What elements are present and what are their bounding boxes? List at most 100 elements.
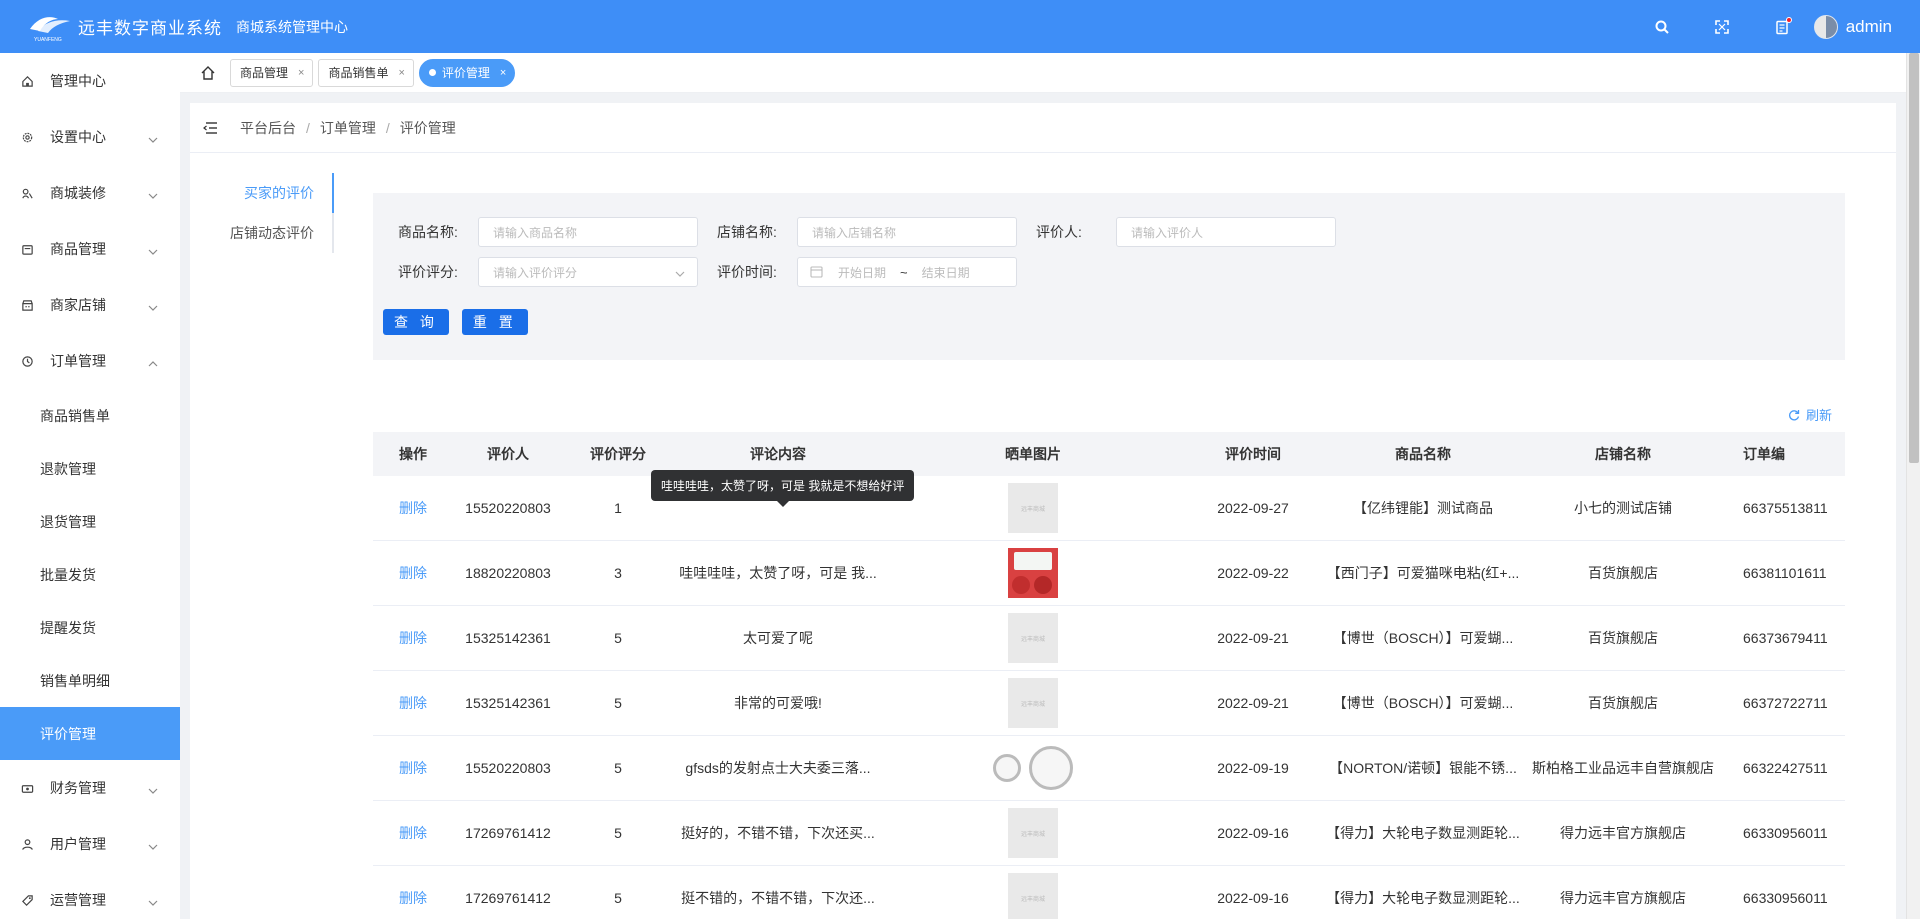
tab-sales-orders[interactable]: 商品销售单 × xyxy=(318,58,414,87)
delete-link[interactable]: 删除 xyxy=(399,760,427,776)
delete-link[interactable]: 删除 xyxy=(399,825,427,841)
table-row: 删除 18820220803 3 哇哇哇哇，太赞了呀，可是 我... 2022-… xyxy=(373,541,1845,606)
sidebar-item-users[interactable]: 用户管理 xyxy=(0,816,180,872)
content-cell[interactable]: 非常的可爱哦! xyxy=(673,693,883,713)
refresh-button[interactable]: 刷新 xyxy=(1788,405,1832,424)
reviewer-cell: 18820220803 xyxy=(465,565,551,581)
chevron-down-icon xyxy=(675,268,685,278)
breadcrumb-item: 评价管理 xyxy=(399,119,456,136)
sidebar-subitem-sales-orders[interactable]: 商品销售单 xyxy=(0,389,180,442)
sidebar-subitem-refunds[interactable]: 退款管理 xyxy=(0,442,180,495)
gear-icon xyxy=(20,130,34,144)
query-button[interactable]: 查 询 xyxy=(383,309,449,335)
chevron-down-icon xyxy=(148,783,158,794)
close-icon[interactable]: × xyxy=(298,67,304,79)
review-image[interactable]: 远丰商城 xyxy=(1008,613,1058,663)
store-icon xyxy=(20,298,34,312)
score-cell: 5 xyxy=(614,890,622,906)
tab-goods-management[interactable]: 商品管理 × xyxy=(230,58,314,87)
delete-link[interactable]: 删除 xyxy=(399,890,427,906)
tab-store-reviews[interactable]: 店铺动态评价 xyxy=(190,213,334,253)
order-cell: 66330956011 xyxy=(1743,890,1828,906)
sidebar-item-operations[interactable]: 运营管理 xyxy=(0,872,180,919)
reviewer-label: 评价人: xyxy=(1036,224,1082,240)
delete-link[interactable]: 删除 xyxy=(399,695,427,711)
score-cell: 1 xyxy=(614,500,622,516)
user-name[interactable]: admin xyxy=(1846,17,1892,37)
chevron-down-icon xyxy=(148,244,158,255)
review-image[interactable]: 远丰商城 xyxy=(1008,678,1058,728)
start-date-input[interactable]: 开始日期 xyxy=(838,264,886,281)
sidebar-item-stores[interactable]: 商家店铺 xyxy=(0,277,180,333)
review-image[interactable]: 远丰商城 xyxy=(1008,873,1058,919)
sidebar-item-settings[interactable]: 设置中心 xyxy=(0,109,180,165)
scrollbar-thumb[interactable] xyxy=(1909,53,1919,463)
delete-link[interactable]: 删除 xyxy=(399,565,427,581)
breadcrumb-item[interactable]: 平台后台 xyxy=(240,118,296,138)
home-tab-icon[interactable] xyxy=(190,60,226,86)
fullscreen-icon[interactable] xyxy=(1712,17,1732,37)
sidebar-subitem-reviews[interactable]: 评价管理 xyxy=(0,707,180,760)
content-cell[interactable]: 挺好的，不错不错，下次还买... xyxy=(673,823,883,843)
delete-link[interactable]: 删除 xyxy=(399,500,427,516)
reviewer-input[interactable]: 请输入评价人 xyxy=(1116,217,1336,247)
content-cell[interactable]: 哇哇哇哇，太赞了呀，可是 我... xyxy=(673,563,883,583)
reset-button[interactable]: 重 置 xyxy=(461,309,528,335)
review-image[interactable] xyxy=(993,746,1073,790)
sidebar-subitem-ship-reminder[interactable]: 提醒发货 xyxy=(0,601,180,654)
notification-icon[interactable] xyxy=(1772,16,1792,37)
logo[interactable]: YUANFENG 远丰数字商业系统 xyxy=(0,11,232,43)
shop-cell: 百货旗舰店 xyxy=(1588,565,1658,581)
search-icon[interactable] xyxy=(1652,17,1672,37)
sidebar-item-goods[interactable]: 商品管理 xyxy=(0,221,180,277)
gauge-image[interactable] xyxy=(1029,746,1073,790)
main-content: 平台后台 / 订单管理 / 评价管理 买家的评价 店铺动态评价 商品名称: 请输… xyxy=(190,103,1896,919)
end-date-input[interactable]: 结束日期 xyxy=(922,264,970,281)
close-icon[interactable]: × xyxy=(398,67,404,79)
sidebar-item-decoration[interactable]: 商城装修 xyxy=(0,165,180,221)
sidebar-item-finance[interactable]: 财务管理 xyxy=(0,760,180,816)
vertical-scrollbar[interactable] xyxy=(1906,53,1920,919)
finance-icon xyxy=(20,781,34,795)
sidebar-item-orders[interactable]: 订单管理 xyxy=(0,333,180,389)
content-cell[interactable]: 挺不错的，不错不错，下次还... xyxy=(673,888,883,908)
filter-shop-name: 店铺名称: 请输入店铺名称 xyxy=(717,217,1017,247)
order-cell: 66372722711 xyxy=(1743,695,1828,711)
reviewer-cell: 17269761412 xyxy=(465,890,551,906)
time-label: 评价时间: xyxy=(717,264,777,280)
time-cell: 2022-09-16 xyxy=(1217,890,1289,906)
score-label: 评价评分: xyxy=(398,264,458,280)
content-cell[interactable]: 太可爱了呢 xyxy=(673,628,883,648)
close-icon[interactable]: × xyxy=(500,67,506,79)
tab-review-management[interactable]: 评价管理 × xyxy=(418,58,516,87)
breadcrumb-item[interactable]: 订单管理 xyxy=(320,118,376,138)
avatar[interactable] xyxy=(1813,14,1838,39)
column-header: 店铺名称 xyxy=(1595,446,1651,462)
chevron-down-icon xyxy=(148,895,158,906)
sidebar-subitem-batch-ship[interactable]: 批量发货 xyxy=(0,548,180,601)
reviewer-cell: 17269761412 xyxy=(465,825,551,841)
range-separator: ~ xyxy=(900,264,908,280)
tab-buyer-reviews[interactable]: 买家的评价 xyxy=(190,173,334,213)
sidebar-item-dashboard[interactable]: 管理中心 xyxy=(0,53,180,109)
system-title: 商城系统管理中心 xyxy=(236,18,348,35)
score-select[interactable]: 请输入评价评分 xyxy=(478,257,698,287)
sidebar-subitem-returns[interactable]: 退货管理 xyxy=(0,495,180,548)
content-cell[interactable]: gfsds的发射点士大夫委三落... xyxy=(673,758,883,778)
collapse-menu-icon[interactable] xyxy=(202,119,220,137)
delete-link[interactable]: 删除 xyxy=(399,630,427,646)
table-row: 删除 15325142361 5 非常的可爱哦! 远丰商城 2022-09-21… xyxy=(373,671,1845,736)
review-image[interactable]: 远丰商城 xyxy=(1008,483,1058,533)
review-image[interactable]: 远丰商城 xyxy=(1008,808,1058,858)
breadcrumb-separator: / xyxy=(385,119,390,136)
operation-icon xyxy=(20,893,34,907)
gauge-image[interactable] xyxy=(993,754,1021,782)
goods-name-input[interactable]: 请输入商品名称 xyxy=(478,217,698,247)
shop-name-input[interactable]: 请输入店铺名称 xyxy=(797,217,1017,247)
sidebar-subitem-sales-detail[interactable]: 销售单明细 xyxy=(0,654,180,707)
reviewer-cell: 15325142361 xyxy=(465,630,551,646)
review-image[interactable] xyxy=(1008,548,1058,598)
goods-cell: 【博世（BOSCH）】可爱蝴... xyxy=(1332,630,1514,646)
chevron-up-icon xyxy=(148,356,158,367)
date-range-picker[interactable]: 开始日期 ~ 结束日期 xyxy=(797,257,1017,287)
